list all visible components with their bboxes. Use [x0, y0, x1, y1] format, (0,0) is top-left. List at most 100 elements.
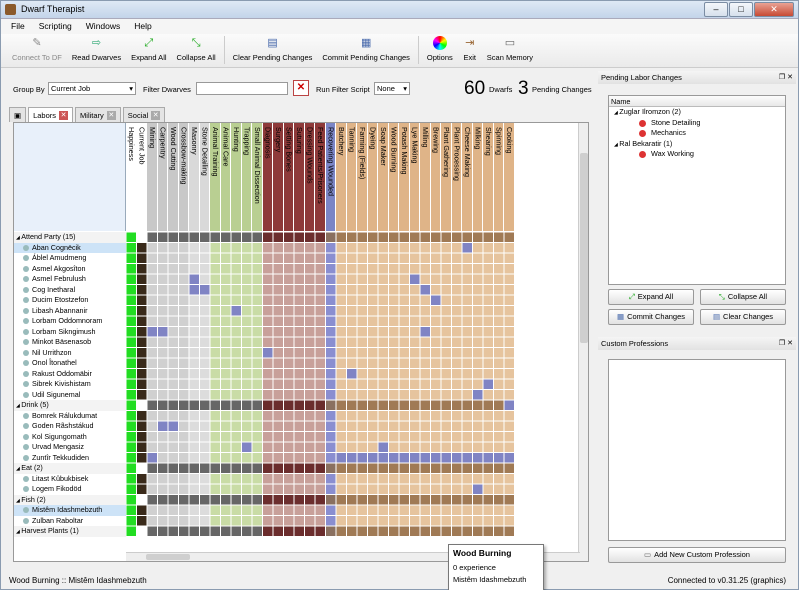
pending-dwarf-item[interactable]: Zuglar Ilromzon (2) [609, 107, 785, 118]
labor-cell[interactable] [473, 442, 483, 453]
column-header[interactable]: Brewing [430, 123, 441, 231]
labor-cell[interactable] [410, 264, 420, 274]
labor-cell[interactable] [357, 316, 368, 327]
labor-cell[interactable] [294, 526, 305, 537]
labor-cell[interactable] [273, 348, 284, 358]
labor-cell[interactable] [147, 505, 158, 516]
dwarf-row[interactable]: Udil Sigunemal [14, 390, 126, 401]
panel-float-icon[interactable]: ❐ ✕ [779, 337, 793, 350]
labor-cell[interactable] [347, 264, 357, 274]
labor-cell[interactable] [200, 264, 210, 274]
labor-cell[interactable] [263, 306, 273, 316]
labor-cell[interactable] [399, 232, 410, 243]
labor-cell[interactable] [368, 358, 378, 369]
labor-cell[interactable] [473, 432, 483, 442]
labor-cell[interactable] [189, 306, 200, 316]
labor-cell[interactable] [473, 264, 483, 274]
labor-cell[interactable] [315, 295, 326, 306]
dwarf-row[interactable]: Urvad Mengasiz [14, 442, 126, 453]
labor-cell[interactable] [147, 274, 158, 285]
labor-cell[interactable] [137, 442, 147, 453]
labor-cell[interactable] [389, 495, 399, 505]
labor-cell[interactable] [210, 526, 221, 537]
labor-cell[interactable] [483, 432, 494, 442]
labor-cell[interactable] [221, 274, 231, 285]
labor-cell[interactable] [305, 316, 315, 327]
labor-cell[interactable] [147, 453, 158, 463]
group-row[interactable]: Fish (2) [14, 494, 126, 505]
labor-cell[interactable] [126, 232, 137, 243]
labor-cell[interactable] [168, 274, 179, 285]
labor-cell[interactable] [420, 379, 431, 390]
labor-cell[interactable] [263, 516, 273, 526]
labor-cell[interactable] [399, 526, 410, 537]
labor-cell[interactable] [147, 390, 158, 400]
labor-cell[interactable] [126, 411, 137, 421]
labor-cell[interactable] [263, 232, 273, 243]
labor-cell[interactable] [284, 358, 294, 369]
labor-cell[interactable] [294, 516, 305, 526]
labor-cell[interactable] [200, 400, 210, 411]
labor-cell[interactable] [221, 358, 231, 369]
labor-cell[interactable] [210, 400, 221, 411]
pending-labor-item[interactable]: Stone Detailing [609, 118, 785, 129]
labor-cell[interactable] [368, 421, 378, 432]
labor-cell[interactable] [399, 505, 410, 516]
labor-cell[interactable] [147, 337, 158, 348]
menu-scripting[interactable]: Scripting [39, 19, 72, 34]
labor-cell[interactable] [378, 232, 389, 243]
labor-cell[interactable] [378, 337, 389, 348]
labor-cell[interactable] [368, 327, 378, 337]
labor-cell[interactable] [189, 421, 200, 432]
labor-cell[interactable] [273, 390, 284, 400]
labor-cell[interactable] [378, 306, 389, 316]
labor-cell[interactable] [462, 337, 473, 348]
labor-cell[interactable] [126, 526, 137, 537]
labor-cell[interactable] [305, 253, 315, 264]
labor-cell[interactable] [231, 495, 242, 505]
labor-cell[interactable] [252, 516, 263, 526]
labor-cell[interactable] [357, 337, 368, 348]
labor-cell[interactable] [273, 453, 284, 463]
labor-cell[interactable] [221, 505, 231, 516]
labor-cell[interactable] [504, 474, 515, 484]
labor-cell[interactable] [168, 316, 179, 327]
labor-cell[interactable] [137, 264, 147, 274]
labor-cell[interactable] [221, 442, 231, 453]
labor-cell[interactable] [357, 442, 368, 453]
labor-cell[interactable] [200, 295, 210, 306]
labor-cell[interactable] [389, 390, 399, 400]
labor-cell[interactable] [326, 285, 336, 295]
labor-cell[interactable] [420, 295, 431, 306]
labor-cell[interactable] [483, 306, 494, 316]
close-tab-icon[interactable]: ✕ [106, 110, 116, 120]
labor-cell[interactable] [336, 474, 347, 484]
labor-cell[interactable] [431, 369, 441, 379]
labor-cell[interactable] [305, 358, 315, 369]
labor-cell[interactable] [389, 484, 399, 495]
labor-cell[interactable] [483, 390, 494, 400]
labor-cell[interactable] [368, 516, 378, 526]
labor-cell[interactable] [179, 264, 189, 274]
labor-cell[interactable] [389, 253, 399, 264]
labor-cell[interactable] [294, 253, 305, 264]
labor-cell[interactable] [294, 337, 305, 348]
filter-input[interactable] [196, 82, 288, 95]
labor-cell[interactable] [242, 316, 252, 327]
labor-cell[interactable] [389, 516, 399, 526]
labor-cell[interactable] [147, 474, 158, 484]
labor-cell[interactable] [494, 495, 504, 505]
labor-cell[interactable] [452, 232, 462, 243]
labor-cell[interactable] [378, 253, 389, 264]
labor-cell[interactable] [315, 369, 326, 379]
labor-cell[interactable] [147, 379, 158, 390]
labor-cell[interactable] [231, 516, 242, 526]
labor-cell[interactable] [368, 369, 378, 379]
labor-cell[interactable] [347, 274, 357, 285]
labor-cell[interactable] [231, 253, 242, 264]
labor-cell[interactable] [473, 369, 483, 379]
close-tab-icon[interactable]: ✕ [151, 110, 161, 120]
labor-cell[interactable] [368, 243, 378, 253]
labor-cell[interactable] [357, 358, 368, 369]
labor-cell[interactable] [473, 295, 483, 306]
